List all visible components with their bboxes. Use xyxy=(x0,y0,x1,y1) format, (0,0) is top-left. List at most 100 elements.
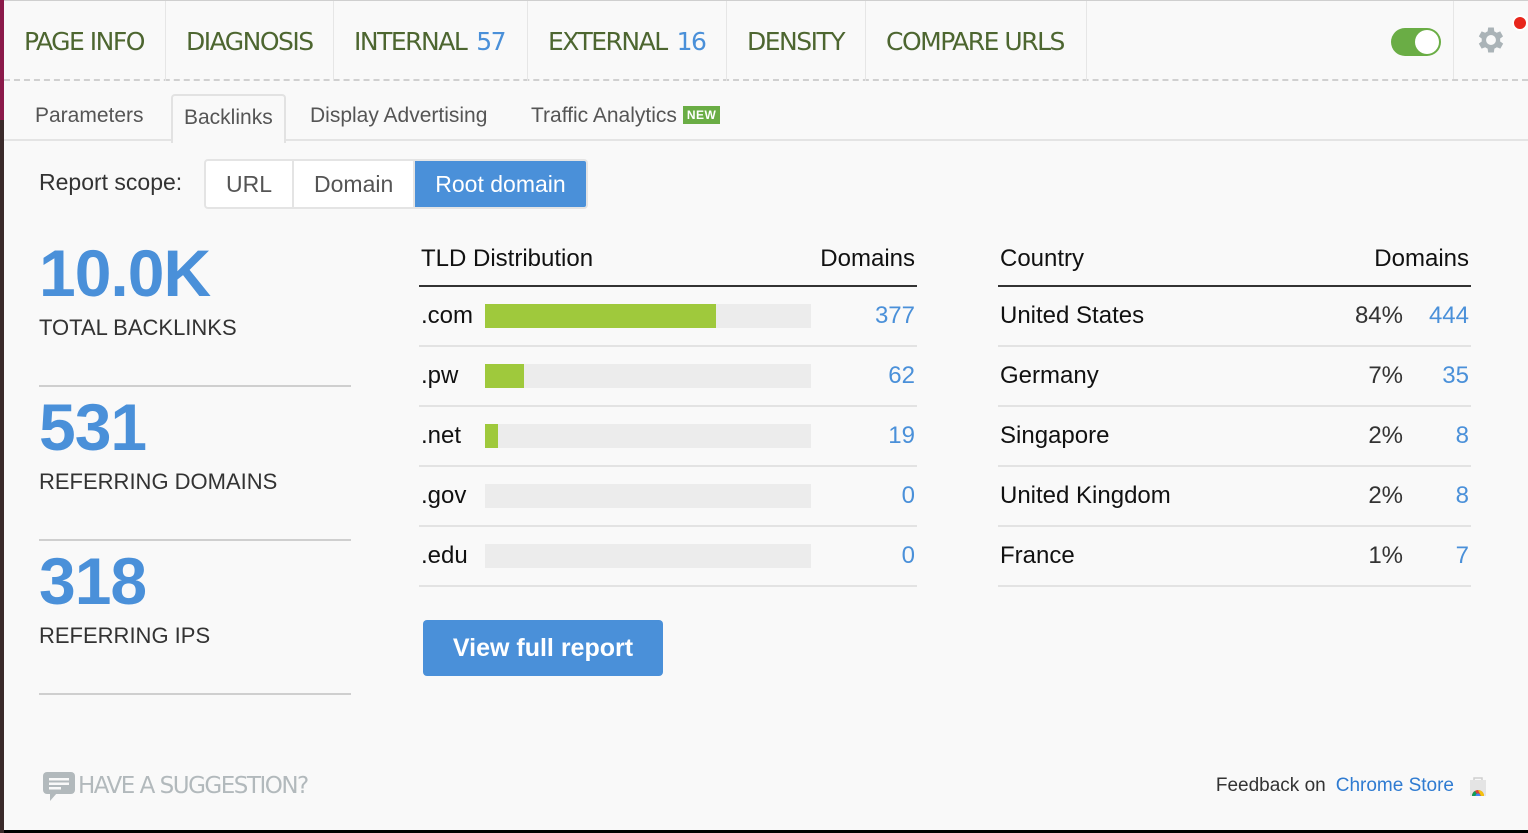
nav-spacer xyxy=(1087,1,1454,79)
stat-value: 318 xyxy=(39,544,147,618)
subtab-backlinks[interactable]: Backlinks xyxy=(171,94,286,143)
tab-label: COMPARE URLS xyxy=(886,26,1065,56)
tab-external[interactable]: EXTERNAL 16 xyxy=(528,1,727,81)
tld-bar-track xyxy=(485,544,811,568)
enable-toggle[interactable] xyxy=(1391,28,1441,56)
tab-density[interactable]: DENSITY xyxy=(727,1,866,81)
feedback-prefix: Feedback on xyxy=(1215,775,1326,796)
tld-bar-fill xyxy=(485,424,499,448)
country-row: Germany 7% 35 xyxy=(998,347,1471,407)
scope-root-domain-button[interactable]: Root domain xyxy=(415,161,586,207)
tld-domains-link[interactable]: 0 xyxy=(811,482,915,510)
tld-row: .gov 0 xyxy=(419,467,917,527)
country-percent: 2% xyxy=(1368,482,1403,509)
scope-url-button[interactable]: URL xyxy=(206,161,295,207)
subtab-traffic-analytics[interactable]: Traffic Analytics NEW xyxy=(520,94,731,141)
stat-label: REFERRING IPS xyxy=(39,623,211,648)
tld-header: TLD Distribution xyxy=(421,245,594,272)
country-domains-link[interactable]: 8 xyxy=(1403,482,1469,510)
gear-icon xyxy=(1478,27,1504,53)
country-domains-link[interactable]: 35 xyxy=(1403,362,1469,390)
suggestion-link[interactable]: HAVE A SUGGESTION? xyxy=(42,771,309,801)
internal-count: 57 xyxy=(476,26,506,56)
tld-bar-fill xyxy=(485,304,717,328)
subtab-label: Parameters xyxy=(35,104,144,127)
tab-page-info[interactable]: PAGE INFO xyxy=(4,1,166,81)
subtab-label: Backlinks xyxy=(184,106,273,129)
external-count: 16 xyxy=(676,26,707,56)
tld-domains-link[interactable]: 62 xyxy=(811,362,915,390)
scope-domain-button[interactable]: Domain xyxy=(294,161,416,207)
tld-bar-track xyxy=(485,364,811,388)
tld-row: .com 377 xyxy=(419,287,917,347)
country-domains-link[interactable]: 8 xyxy=(1403,422,1469,450)
country-row: United States 84% 444 xyxy=(998,287,1471,347)
tab-label: EXTERNAL xyxy=(548,26,668,56)
tab-label: PAGE INFO xyxy=(24,26,145,56)
tld-bar-fill xyxy=(485,364,525,388)
tab-compare-urls[interactable]: COMPARE URLS xyxy=(866,1,1087,81)
report-scope-label: Report scope: xyxy=(39,169,183,195)
domains-header: Domains xyxy=(1374,245,1469,272)
tld-name: .pw xyxy=(421,362,459,389)
country-name: United Kingdom xyxy=(1000,482,1171,509)
tld-bar-track xyxy=(485,424,811,448)
settings-button[interactable] xyxy=(1454,1,1528,79)
country-domains-link[interactable]: 444 xyxy=(1403,302,1469,330)
tld-distribution-table: TLD Distribution Domains .com 377 .pw 62 .ne… xyxy=(419,233,917,587)
tld-bar-track xyxy=(485,484,811,508)
stat-referring-ips: 318 REFERRING IPS xyxy=(39,541,351,695)
sub-tabs: Parameters Backlinks Display Advertising… xyxy=(4,83,1528,143)
country-percent: 84% xyxy=(1354,302,1403,329)
backlink-stats: 10.0K TOTAL BACKLINKS 531 REFERRING DOMA… xyxy=(39,233,351,695)
tld-row: .pw 62 xyxy=(419,347,917,407)
table-header: Country Domains xyxy=(998,233,1471,287)
tab-label: DENSITY xyxy=(747,26,846,56)
stat-total-backlinks: 10.0K TOTAL BACKLINKS xyxy=(39,233,351,387)
tab-label: INTERNAL xyxy=(354,26,468,56)
table-header: TLD Distribution Domains xyxy=(419,233,917,287)
country-name: Germany xyxy=(1000,362,1099,389)
tld-row: .edu 0 xyxy=(419,527,917,587)
chrome-store-icon xyxy=(1470,777,1486,796)
view-full-report-button[interactable]: View full report xyxy=(423,620,663,676)
suggestion-text: HAVE A SUGGESTION? xyxy=(78,773,309,799)
comment-icon xyxy=(43,772,75,801)
new-badge: NEW xyxy=(682,106,721,124)
feedback: Feedback on Chrome Store xyxy=(1216,775,1488,797)
tld-bar-track xyxy=(485,304,811,328)
tab-label: DIAGNOSIS xyxy=(186,26,314,56)
country-name: Singapore xyxy=(1000,422,1110,449)
country-table: Country Domains United States 84% 444 Germa… xyxy=(998,233,1471,587)
subtab-label: Traffic Analytics xyxy=(531,104,677,127)
notification-dot xyxy=(1512,15,1528,31)
chrome-store-link[interactable]: Chrome Store xyxy=(1336,775,1454,797)
country-percent: 1% xyxy=(1368,542,1403,569)
tld-domains-link[interactable]: 377 xyxy=(811,302,915,330)
subtab-parameters[interactable]: Parameters xyxy=(24,94,155,141)
tld-name: .gov xyxy=(421,482,467,509)
country-percent: 2% xyxy=(1368,422,1403,449)
tld-name: .net xyxy=(421,422,462,449)
stat-label: REFERRING DOMAINS xyxy=(39,469,278,494)
country-header: Country xyxy=(1000,245,1085,272)
stat-referring-domains: 531 REFERRING DOMAINS xyxy=(39,387,351,541)
toggle-knob xyxy=(1415,30,1439,54)
tld-name: .edu xyxy=(421,542,468,569)
country-name: France xyxy=(1000,542,1075,569)
country-row: France 1% 7 xyxy=(998,527,1471,587)
subtab-display-advertising[interactable]: Display Advertising xyxy=(299,94,498,141)
tld-name: .com xyxy=(421,302,474,329)
country-percent: 7% xyxy=(1368,362,1403,389)
country-domains-link[interactable]: 7 xyxy=(1403,542,1469,570)
country-row: Singapore 2% 8 xyxy=(998,407,1471,467)
tld-row: .net 19 xyxy=(419,407,917,467)
country-row: United Kingdom 2% 8 xyxy=(998,467,1471,527)
top-nav: PAGE INFO DIAGNOSIS INTERNAL 57 EXTERNAL 1… xyxy=(4,1,1528,81)
tab-internal[interactable]: INTERNAL 57 xyxy=(334,1,528,81)
tab-diagnosis[interactable]: DIAGNOSIS xyxy=(166,1,334,81)
tld-domains-link[interactable]: 19 xyxy=(811,422,915,450)
domains-header: Domains xyxy=(820,245,915,272)
stat-label: TOTAL BACKLINKS xyxy=(39,315,237,340)
tld-domains-link[interactable]: 0 xyxy=(811,542,915,570)
